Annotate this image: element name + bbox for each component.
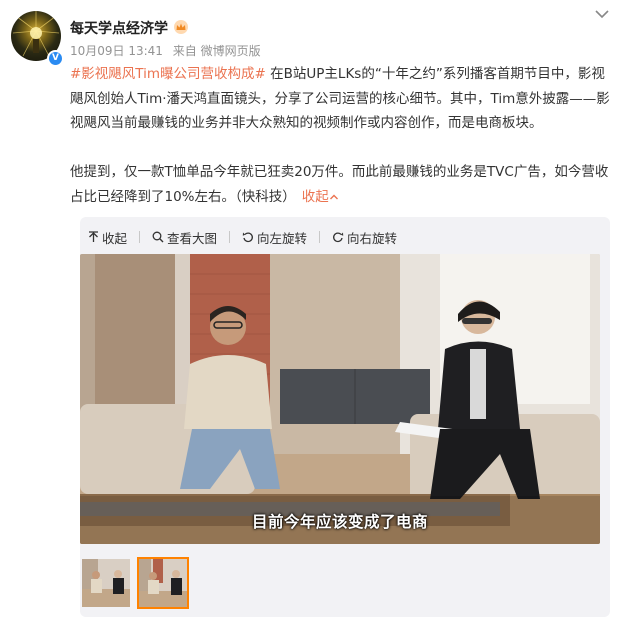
chevron-down-icon[interactable] — [594, 8, 610, 20]
crown-badge-icon[interactable] — [173, 20, 189, 34]
thumbnail-image — [82, 559, 130, 607]
chevron-up-icon — [329, 194, 338, 199]
username[interactable]: 每天学点经济学 — [70, 18, 168, 38]
thumbnail-1[interactable] — [80, 557, 132, 609]
rotate-right-button[interactable]: 向右旋转 — [332, 228, 397, 247]
interview-scene-image — [80, 254, 600, 544]
post-source: 来自 微博网页版 — [172, 44, 261, 58]
rotate-right-label: 向右旋转 — [347, 230, 398, 246]
post-meta: 10月09日 13:41 来自 微博网页版 — [70, 42, 261, 59]
rotate-right-icon — [333, 232, 344, 243]
collapse-arrow-icon — [89, 231, 98, 242]
rotate-left-label: 向左旋转 — [257, 230, 308, 246]
thumbnail-image — [139, 559, 187, 607]
toolbar-divider — [139, 231, 141, 243]
collapse-text-link[interactable]: 收起 — [302, 189, 339, 205]
view-large-button[interactable]: 查看大图 — [152, 228, 217, 247]
verified-icon: V — [47, 50, 64, 67]
thumbnail-strip — [80, 557, 194, 609]
post-paragraph-2: 他提到，仅一款T恤单品今年就已狂卖20万件。而此前最赚钱的业务是TVC广告，如今… — [70, 164, 609, 205]
video-subtitle: 目前今年应该变成了电商 — [251, 513, 428, 531]
image-toolbar: 收起 查看大图 向左旋转 向右旋转 — [88, 227, 409, 247]
post-text: #影视飓风Tim曝公司营收构成# 在B站UP主LKs的“十年之约”系列播客首期节… — [70, 62, 615, 209]
main-photo[interactable]: 目前今年应该变成了电商 — [80, 254, 600, 544]
view-large-label: 查看大图 — [167, 230, 218, 246]
rotate-left-icon — [242, 232, 253, 243]
thumbnail-2-selected[interactable] — [137, 557, 189, 609]
toolbar-divider — [319, 231, 321, 243]
topic-link[interactable]: #影视飓风Tim曝公司营收构成# — [70, 66, 266, 82]
zoom-icon — [152, 231, 164, 243]
collapse-image-button[interactable]: 收起 — [88, 228, 127, 247]
toolbar-divider — [229, 231, 231, 243]
media-viewer: 收起 查看大图 向左旋转 向右旋转 目前今年应该变成了电商 — [80, 217, 610, 617]
rotate-left-button[interactable]: 向左旋转 — [242, 228, 307, 247]
post-time[interactable]: 10月09日 13:41 — [70, 44, 163, 58]
collapse-label: 收起 — [102, 230, 128, 246]
